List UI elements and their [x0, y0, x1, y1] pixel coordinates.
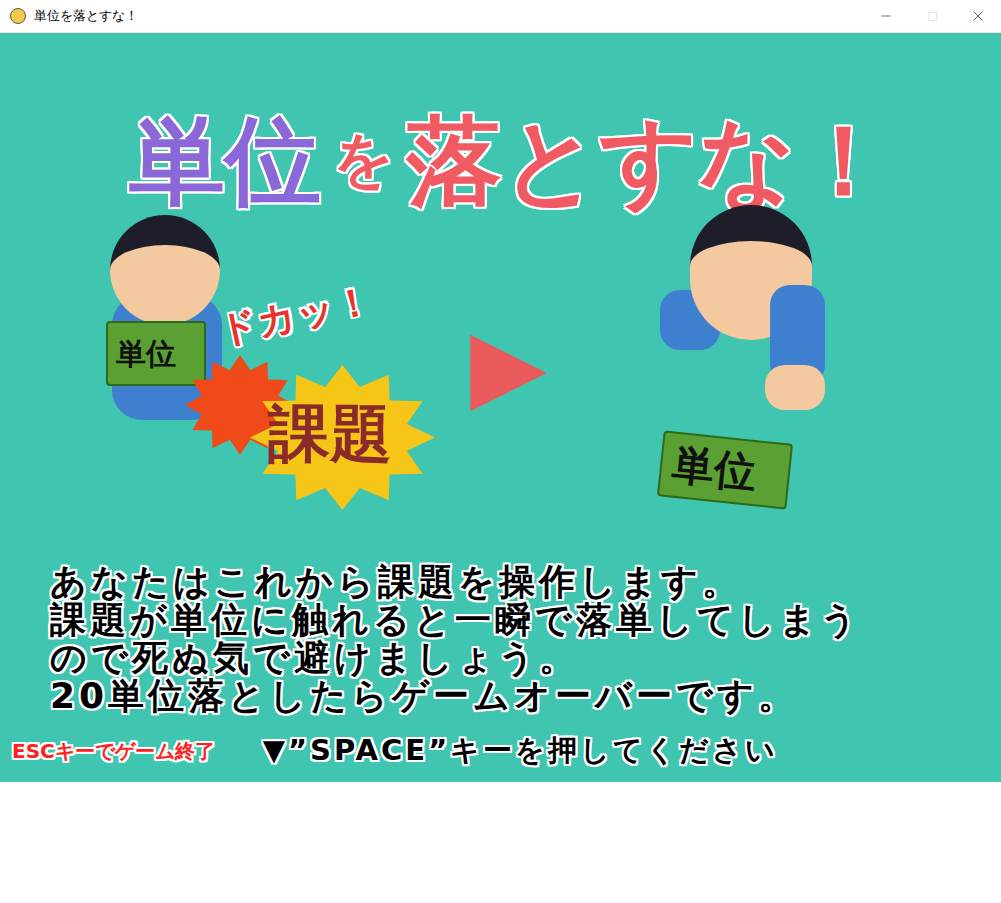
- logo-part: を: [333, 129, 394, 189]
- footer: ESCキーでゲーム終了 ▼”SPACE”キーを押してください: [0, 729, 1001, 773]
- app-icon: [10, 8, 26, 24]
- instructions: あなたはこれから課題を操作します。課題が単位に触れると一瞬で落単してしまうので死…: [0, 535, 1001, 715]
- instruction-line: 20単位落としたらゲームオーバーです。: [50, 677, 1001, 715]
- logo-part: 単位: [129, 113, 321, 209]
- game-window: 単位を落とすな！単位を落とすな！単位ドカッ！課題▶単位あなたはこれから課題を操作…: [0, 0, 1001, 903]
- falling-credit-card: 単位: [657, 430, 793, 509]
- instruction-line: ので死ぬ気で避けましょう。: [50, 639, 1001, 677]
- logo-part: 落とすな！: [406, 113, 892, 209]
- assignment-text: 課題: [268, 403, 392, 465]
- blank-area: [0, 782, 1001, 903]
- title-bar: 単位を落とすな！: [0, 0, 1001, 33]
- maximize-icon[interactable]: [909, 0, 955, 32]
- instruction-line: 課題が単位に触れると一瞬で落単してしまう: [50, 601, 1001, 639]
- quit-hint: ESCキーでゲーム終了: [12, 736, 215, 766]
- game-screen: 単位を落とすな！単位ドカッ！課題▶単位あなたはこれから課題を操作します。課題が単…: [0, 33, 1001, 782]
- minimize-icon[interactable]: [863, 0, 909, 32]
- credit-card: 単位: [106, 321, 206, 386]
- window-title: 単位を落とすな！: [34, 6, 138, 26]
- arrow: ▶: [470, 315, 547, 415]
- boy-hand: [765, 365, 825, 410]
- instruction-line: あなたはこれから課題を操作します。: [50, 563, 1001, 601]
- impact-text: ドカッ！: [214, 272, 377, 360]
- illustration: 単位ドカッ！課題▶単位: [0, 215, 1001, 535]
- start-prompt: ▼”SPACE”キーを押してください: [263, 729, 778, 773]
- game-logo: 単位を落とすな！: [0, 33, 1001, 215]
- close-icon[interactable]: [955, 0, 1001, 32]
- boy-head: [110, 215, 220, 325]
